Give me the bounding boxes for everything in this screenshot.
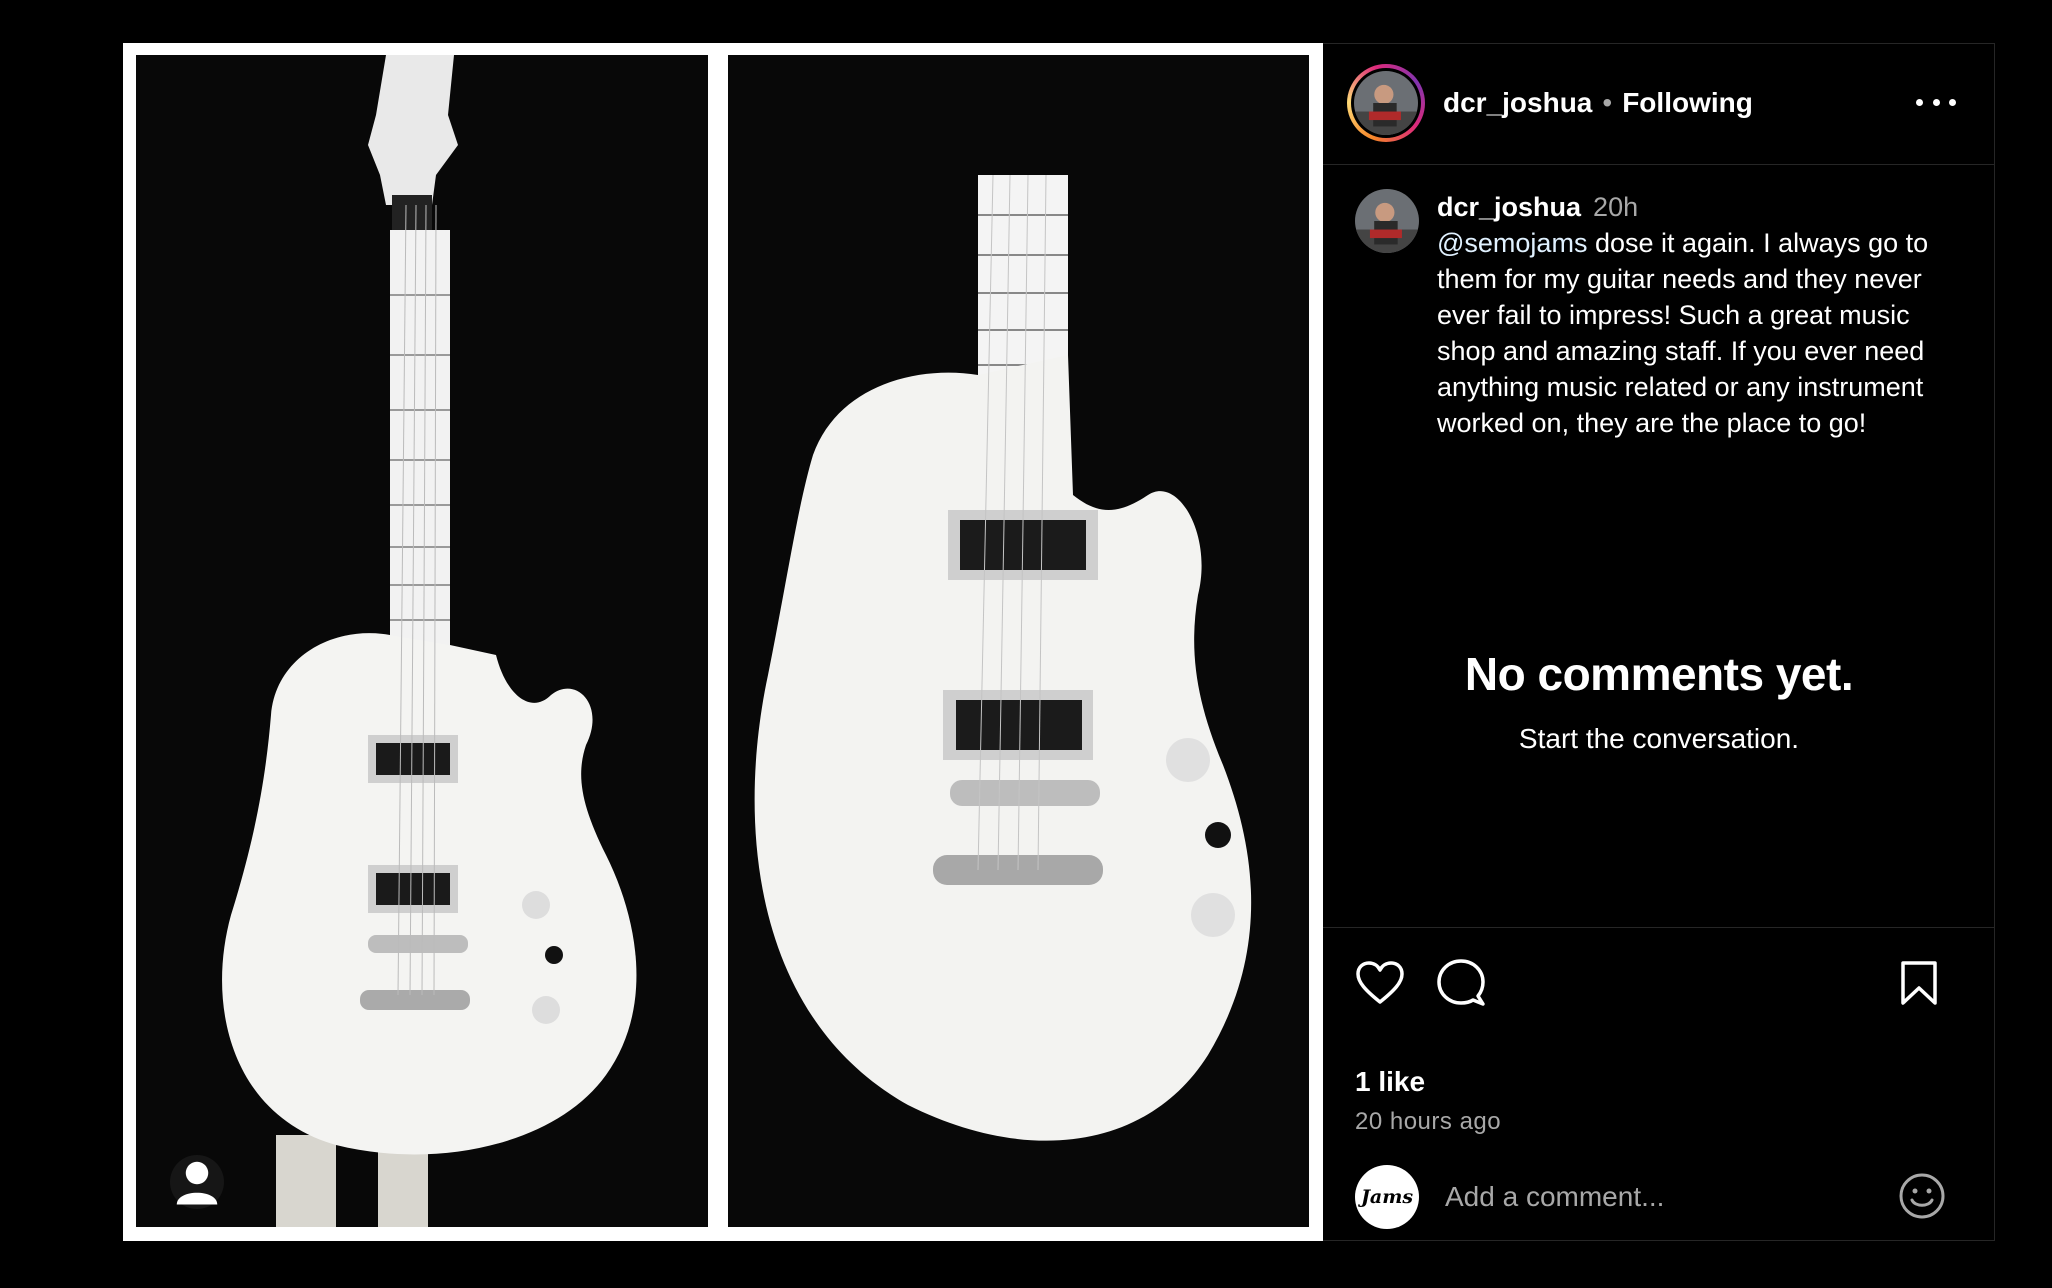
comment-icon[interactable] — [1436, 958, 1486, 1008]
post-media — [123, 43, 1323, 1241]
guitar-image-left — [136, 55, 708, 1227]
header-username[interactable]: dcr_joshua — [1443, 87, 1592, 119]
empty-comments-subtitle: Start the conversation. — [1518, 723, 1800, 754]
empty-comments-title: No comments yet. — [1464, 648, 1854, 700]
caption-body: dcr_joshua 20h @semojams dose it again. I… — [1437, 189, 1972, 441]
post-side-panel: dcr_joshua • Following dcr_joshua 20h @se… — [1323, 43, 1995, 1241]
caption-text: @semojams dose it again. I always go to … — [1437, 225, 1972, 441]
current-user-avatar: Jams — [1355, 1165, 1419, 1229]
emoji-icon[interactable] — [1897, 1171, 1947, 1226]
avatar — [1354, 71, 1418, 135]
bookmark-icon[interactable] — [1899, 960, 1939, 1006]
post-caption: dcr_joshua 20h @semojams dose it again. I… — [1355, 189, 1975, 441]
story-ring-avatar[interactable] — [1347, 64, 1425, 142]
caption-username[interactable]: dcr_joshua — [1437, 192, 1581, 222]
heart-icon[interactable] — [1355, 960, 1405, 1006]
add-comment-row: Jams — [1323, 1159, 1995, 1242]
guitar-image-right — [728, 55, 1309, 1227]
guitar-photo-right[interactable] — [728, 55, 1309, 1227]
caption-text-body: dose it again. I always go to them for m… — [1437, 228, 1929, 438]
empty-comments: No comments yet. Start the conversation. — [1323, 647, 1995, 755]
caption-mention-link[interactable]: @semojams — [1437, 228, 1587, 258]
guitar-photo-left[interactable] — [136, 55, 708, 1227]
header-separator: • — [1602, 87, 1613, 118]
likes-count[interactable]: 1 like — [1355, 1066, 1425, 1098]
more-horizontal-icon[interactable] — [1916, 90, 1956, 114]
caption-timestamp[interactable]: 20h — [1593, 192, 1638, 222]
post-time-ago[interactable]: 20 hours ago — [1355, 1108, 1501, 1136]
comment-input[interactable] — [1445, 1175, 1885, 1219]
header-user: dcr_joshua • Following — [1443, 87, 1753, 119]
following-button[interactable]: Following — [1622, 87, 1753, 119]
user-tag-icon[interactable] — [170, 1155, 224, 1209]
post-header: dcr_joshua • Following — [1323, 44, 1994, 165]
caption-avatar[interactable] — [1355, 189, 1419, 253]
